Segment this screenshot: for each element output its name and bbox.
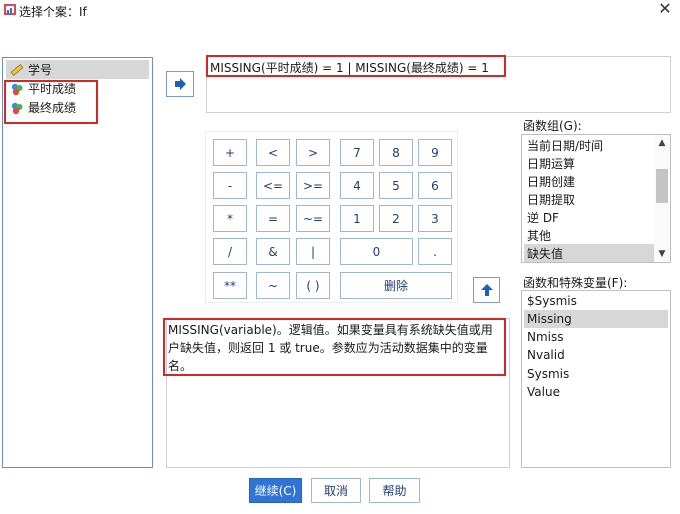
key-6[interactable]: 6 [418, 172, 452, 199]
function-group-list[interactable]: 当前日期/时间 日期运算 日期创建 日期提取 逆 DF 其他 缺失值 ▲ ▼ [521, 134, 671, 263]
insert-function-button[interactable] [473, 277, 500, 303]
close-icon[interactable]: ✕ [657, 0, 673, 18]
arrow-up-icon [480, 284, 493, 296]
key-divide[interactable]: / [213, 238, 247, 265]
key-3[interactable]: 3 [418, 205, 452, 232]
app-icon [4, 4, 16, 15]
function-group-item-selected[interactable]: 缺失值 [524, 244, 655, 262]
title-bar [0, 0, 680, 22]
variable-item-regular-score[interactable]: 平时成绩 [6, 79, 149, 98]
key-9[interactable]: 9 [418, 139, 452, 166]
key-delete[interactable]: 删除 [340, 272, 452, 299]
key-greater-equal[interactable]: >= [296, 172, 330, 199]
key-or[interactable]: | [296, 238, 330, 265]
key-and[interactable]: & [256, 238, 290, 265]
key-2[interactable]: 2 [379, 205, 413, 232]
function-description-text: MISSING(variable)。逻辑值。如果变量具有系统缺失值或用户缺失值，… [168, 323, 493, 373]
arrow-right-icon [175, 78, 186, 90]
scrollbar-thumb[interactable] [656, 169, 668, 203]
special-vars-label: 函数和特殊变量(F): [523, 276, 628, 290]
help-button[interactable]: 帮助 [369, 478, 420, 503]
key-7[interactable]: 7 [340, 139, 374, 166]
key-0[interactable]: 0 [340, 238, 413, 265]
special-var-item[interactable]: Sysmis [524, 365, 668, 383]
special-var-item[interactable]: Value [524, 383, 668, 401]
key-4[interactable]: 4 [340, 172, 374, 199]
special-vars-list[interactable]: $Sysmis Missing Nmiss Nvalid Sysmis Valu… [521, 290, 671, 468]
nominal-variable-icon [11, 102, 23, 114]
function-group-item[interactable]: 逆 DF [524, 208, 655, 226]
function-group-scrollbar[interactable]: ▲ ▼ [654, 135, 670, 262]
function-group-item[interactable]: 当前日期/时间 [524, 136, 655, 154]
function-group-item[interactable]: 其他 [524, 226, 655, 244]
key-plus[interactable]: + [213, 139, 247, 166]
window-title: 选择个案：If [19, 5, 87, 19]
variable-label: 最终成绩 [28, 101, 77, 115]
function-group-item[interactable]: 日期创建 [524, 172, 655, 190]
key-greater-than[interactable]: > [296, 139, 330, 166]
key-minus[interactable]: - [213, 172, 247, 199]
expression-text: MISSING(平时成绩) = 1 | MISSING(最终成绩) = 1 [210, 61, 489, 75]
key-decimal[interactable]: . [418, 238, 452, 265]
key-8[interactable]: 8 [379, 139, 413, 166]
key-less-than[interactable]: < [256, 139, 290, 166]
variable-label: 学号 [28, 63, 53, 77]
variable-item-student-id[interactable]: 学号 [6, 60, 149, 79]
key-power[interactable]: ** [213, 272, 247, 299]
key-parentheses[interactable]: ( ) [296, 272, 330, 299]
move-variable-button[interactable] [166, 71, 194, 97]
key-equals[interactable]: = [256, 205, 290, 232]
key-multiply[interactable]: * [213, 205, 247, 232]
special-var-item[interactable]: Nmiss [524, 328, 668, 346]
key-not[interactable]: ~ [256, 272, 290, 299]
function-group-label: 函数组(G): [523, 119, 582, 133]
key-5[interactable]: 5 [379, 172, 413, 199]
special-var-item[interactable]: $Sysmis [524, 292, 668, 310]
variable-label: 平时成绩 [28, 82, 77, 96]
variable-list[interactable]: 学号 平时成绩 最终成绩 [2, 57, 153, 468]
function-group-item[interactable]: 日期运算 [524, 154, 655, 172]
variable-item-final-score[interactable]: 最终成绩 [6, 98, 149, 117]
continue-button[interactable]: 继续(C) [249, 478, 302, 503]
key-not-equal[interactable]: ~= [296, 205, 330, 232]
key-less-equal[interactable]: <= [256, 172, 290, 199]
special-var-item-selected[interactable]: Missing [524, 310, 668, 328]
chevron-down-icon[interactable]: ▼ [654, 246, 670, 262]
nominal-variable-icon [11, 83, 23, 95]
cancel-button[interactable]: 取消 [311, 478, 361, 503]
chevron-up-icon[interactable]: ▲ [654, 135, 670, 151]
ruler-icon [10, 63, 24, 76]
function-group-item[interactable]: 日期提取 [524, 190, 655, 208]
special-var-item[interactable]: Nvalid [524, 346, 668, 364]
key-1[interactable]: 1 [340, 205, 374, 232]
